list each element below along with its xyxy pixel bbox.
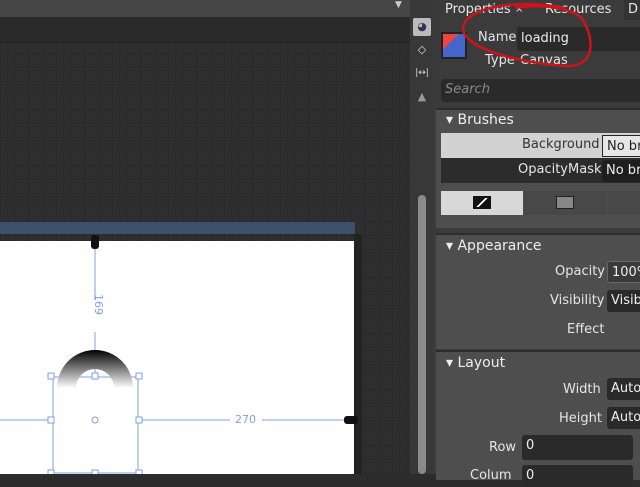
- appearance-header[interactable]: ▾ Appearance: [446, 238, 542, 254]
- layout-title: Layout: [457, 355, 506, 371]
- selection-adorners: [0, 235, 358, 474]
- breadcrumb-bar: [0, 17, 410, 43]
- properties-icon[interactable]: ◕: [413, 18, 431, 36]
- opacity-label: Opacity: [555, 264, 606, 279]
- document-tab-bar: ▼: [0, 0, 410, 17]
- background-value[interactable]: No br: [602, 135, 640, 157]
- row-label: Row: [489, 440, 517, 455]
- visibility-select[interactable]: Visib: [607, 290, 640, 312]
- resize-handle: [135, 372, 143, 380]
- row-input[interactable]: 0: [522, 435, 633, 460]
- brushes-title: Brushes: [457, 112, 514, 128]
- center-point: [91, 416, 99, 424]
- width-label: Width: [563, 382, 601, 397]
- events-icon[interactable]: ◇: [413, 41, 431, 59]
- solid-brush-icon: [556, 196, 574, 209]
- appearance-title: Appearance: [457, 238, 542, 254]
- visibility-label: Visibility: [550, 293, 605, 308]
- layout-icon[interactable]: |↔|: [413, 64, 431, 82]
- resize-handle: [135, 469, 143, 474]
- gradient-brush-button[interactable]: [607, 191, 640, 215]
- selection-box: [52, 376, 139, 474]
- resize-handle: [47, 469, 55, 474]
- solid-brush-button[interactable]: [524, 191, 606, 215]
- resize-handle: [47, 416, 55, 424]
- background-label: Background: [522, 137, 600, 152]
- dropdown-arrow-icon[interactable]: ▼: [395, 0, 402, 10]
- effect-label: Effect: [567, 322, 605, 337]
- opacitymask-value[interactable]: No br: [602, 160, 640, 182]
- resize-handle: [47, 372, 55, 380]
- layout-header[interactable]: ▾ Layout: [446, 355, 505, 371]
- no-brush-button[interactable]: [441, 191, 523, 215]
- resize-handle: [91, 469, 99, 474]
- loading-arc-shape: [57, 350, 133, 388]
- opacitymask-label: OpacityMask: [518, 162, 602, 177]
- resize-handle: [135, 416, 143, 424]
- pin-link-icon: [91, 235, 99, 249]
- column-input[interactable]: 0: [522, 465, 633, 487]
- height-input[interactable]: Auto: [607, 407, 640, 429]
- top-distance-label: 169: [92, 294, 105, 315]
- resize-handle: [91, 372, 99, 380]
- opacity-input[interactable]: 100%: [607, 261, 640, 283]
- scroll-up-icon[interactable]: ▲: [413, 88, 431, 106]
- no-brush-icon: [473, 196, 491, 209]
- scrollbar[interactable]: [418, 195, 426, 474]
- search-input[interactable]: Search: [441, 79, 640, 102]
- width-input[interactable]: Auto: [607, 378, 640, 400]
- tab-data[interactable]: D: [624, 0, 640, 20]
- brushes-header[interactable]: ▾ Brushes: [446, 112, 514, 128]
- column-label: Colum: [470, 468, 512, 483]
- annotation-circle: [461, 2, 592, 68]
- pin-link-icon: [344, 416, 358, 424]
- height-label: Height: [559, 411, 602, 426]
- right-distance-label: 270: [235, 413, 256, 426]
